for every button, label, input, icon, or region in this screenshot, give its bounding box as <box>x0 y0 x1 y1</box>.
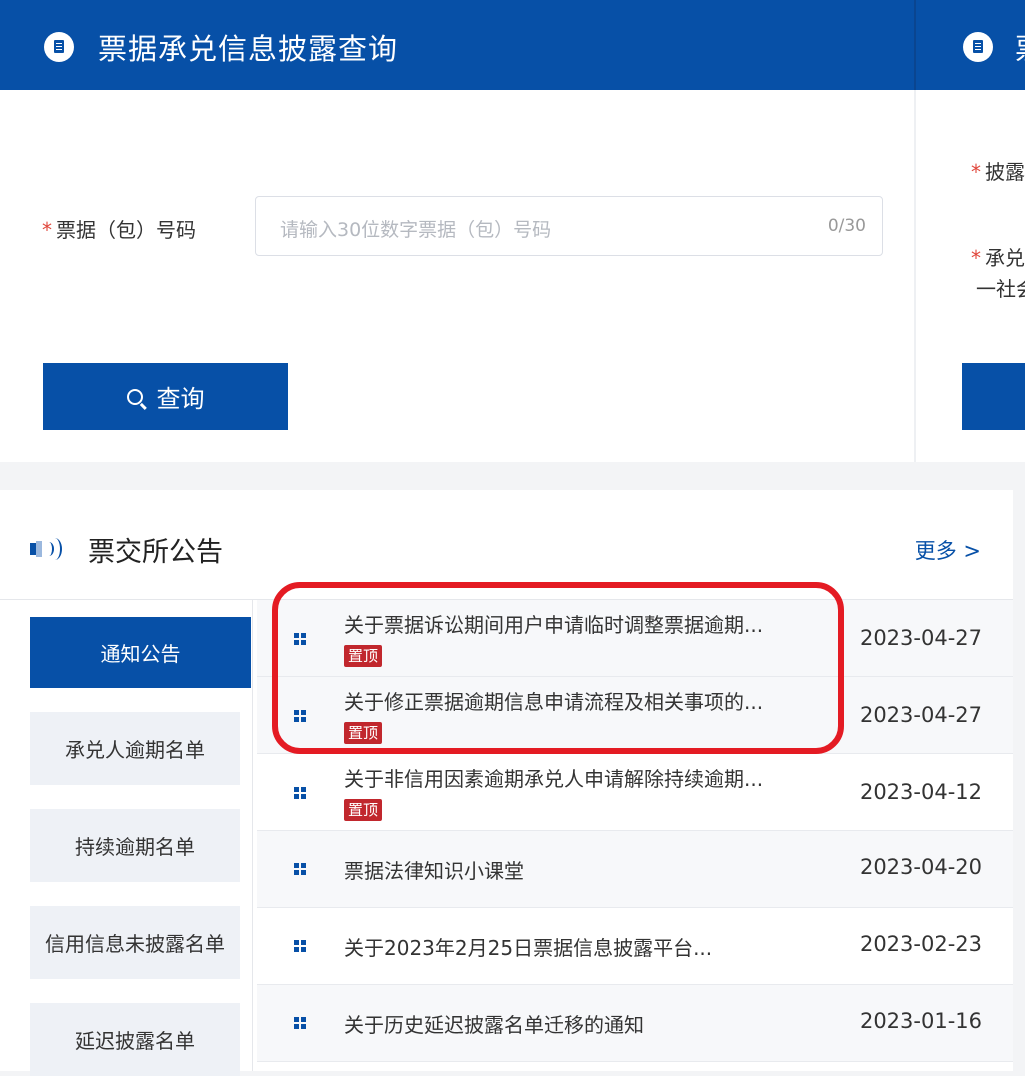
item-title[interactable]: 关于修正票据逾期信息申请流程及相关事项的... <box>344 686 763 715</box>
item-date: 2023-04-27 <box>859 626 982 650</box>
tab-acceptor-overdue[interactable]: 承兑人逾期名单 <box>30 712 240 785</box>
second-query-button[interactable] <box>962 363 1025 430</box>
list-item[interactable]: 关于票据诉讼期间用户申请临时调整票据逾期... 置顶 2023-04-27 <box>257 600 1013 677</box>
list-item[interactable]: 关于非信用因素逾期承兑人申请解除持续逾期... 置顶 2023-04-12 <box>257 754 1013 831</box>
item-date: 2023-01-16 <box>859 1009 982 1033</box>
list-item[interactable]: 关于修正票据逾期信息申请流程及相关事项的... 置顶 2023-04-27 <box>257 677 1013 754</box>
announcement-title: 票交所公告 <box>88 537 223 568</box>
grid-bullet-icon <box>294 940 306 952</box>
required-mark: * <box>42 218 52 242</box>
pinned-badge: 置顶 <box>344 799 383 821</box>
tab-notices[interactable]: 通知公告 <box>30 617 251 688</box>
acceptor-label-line2: 一社会 <box>976 277 1025 301</box>
speaker-icon <box>30 538 62 560</box>
tab-continuous-overdue[interactable]: 持续逾期名单 <box>30 809 240 882</box>
item-title[interactable]: 关于历史延迟披露名单迁移的通知 <box>344 1009 644 1038</box>
list-item[interactable]: 关于历史延迟披露名单迁移的通知 2023-01-16 <box>257 985 1013 1062</box>
panel-divider <box>914 90 916 462</box>
tab-credit-undisclosed[interactable]: 信用信息未披露名单 <box>30 906 240 979</box>
bill-number-placeholder: 请输入30位数字票据（包）号码 <box>280 219 552 241</box>
grid-bullet-icon <box>294 1017 306 1029</box>
bill-number-input[interactable]: 请输入30位数字票据（包）号码 0/30 <box>255 196 883 256</box>
document-icon <box>963 32 993 62</box>
required-mark: * <box>971 160 981 184</box>
grid-bullet-icon <box>294 710 306 722</box>
grid-bullet-icon <box>294 633 306 645</box>
announcement-panel: 票交所公告 更多 > 通知公告 承兑人逾期名单 持续逾期名单 信用信息未披露名单… <box>0 490 1013 1076</box>
acceptor-label: * 承兑 <box>971 242 1025 271</box>
item-title[interactable]: 关于2023年2月25日票据信息披露平台... <box>344 932 712 961</box>
char-counter: 0/30 <box>827 216 866 236</box>
grid-bullet-icon <box>294 863 306 875</box>
list-item[interactable]: 关于2023年2月25日票据信息披露平台... 2023-02-23 <box>257 908 1013 985</box>
divider <box>252 600 253 1071</box>
bill-number-label-text: 票据（包）号码 <box>56 218 196 242</box>
pinned-badge: 置顶 <box>344 722 383 744</box>
panel-title: 票据承兑信息披露查询 <box>98 32 399 66</box>
query-button-label: 查询 <box>156 385 205 413</box>
required-mark: * <box>971 246 981 270</box>
item-title[interactable]: 关于票据诉讼期间用户申请临时调整票据逾期... <box>344 609 763 638</box>
item-date: 2023-04-27 <box>859 703 982 727</box>
more-link[interactable]: 更多 > <box>915 535 981 565</box>
acceptor-label-text: 承兑 <box>985 246 1025 270</box>
document-icon <box>44 32 74 62</box>
disclosure-label: * 披露 <box>971 156 1025 185</box>
second-panel-title: 票 <box>1015 26 1025 68</box>
search-icon <box>126 388 143 405</box>
bill-number-label: * 票据（包）号码 <box>42 214 196 243</box>
tab-delayed-disclosure[interactable]: 延迟披露名单 <box>30 1003 240 1076</box>
item-date: 2023-04-12 <box>859 780 982 804</box>
item-date: 2023-02-23 <box>859 932 982 956</box>
disclosure-label-text: 披露 <box>985 160 1025 184</box>
item-title[interactable]: 关于非信用因素逾期承兑人申请解除持续逾期... <box>344 763 763 792</box>
query-button[interactable]: 查询 <box>43 363 288 430</box>
item-date: 2023-04-20 <box>859 855 982 879</box>
pinned-badge: 置顶 <box>344 645 383 667</box>
header-divider <box>914 0 916 90</box>
list-item[interactable]: 票据法律知识小课堂 2023-04-20 <box>257 831 1013 908</box>
panel-header: 票据承兑信息披露查询 票 <box>0 0 1025 90</box>
item-title[interactable]: 票据法律知识小课堂 <box>344 855 524 884</box>
grid-bullet-icon <box>294 787 306 799</box>
bill-query-panel: 票据承兑信息披露查询 票 *票据（包）号码 请输入30位数字票据（包）号码 0/… <box>0 0 1025 462</box>
